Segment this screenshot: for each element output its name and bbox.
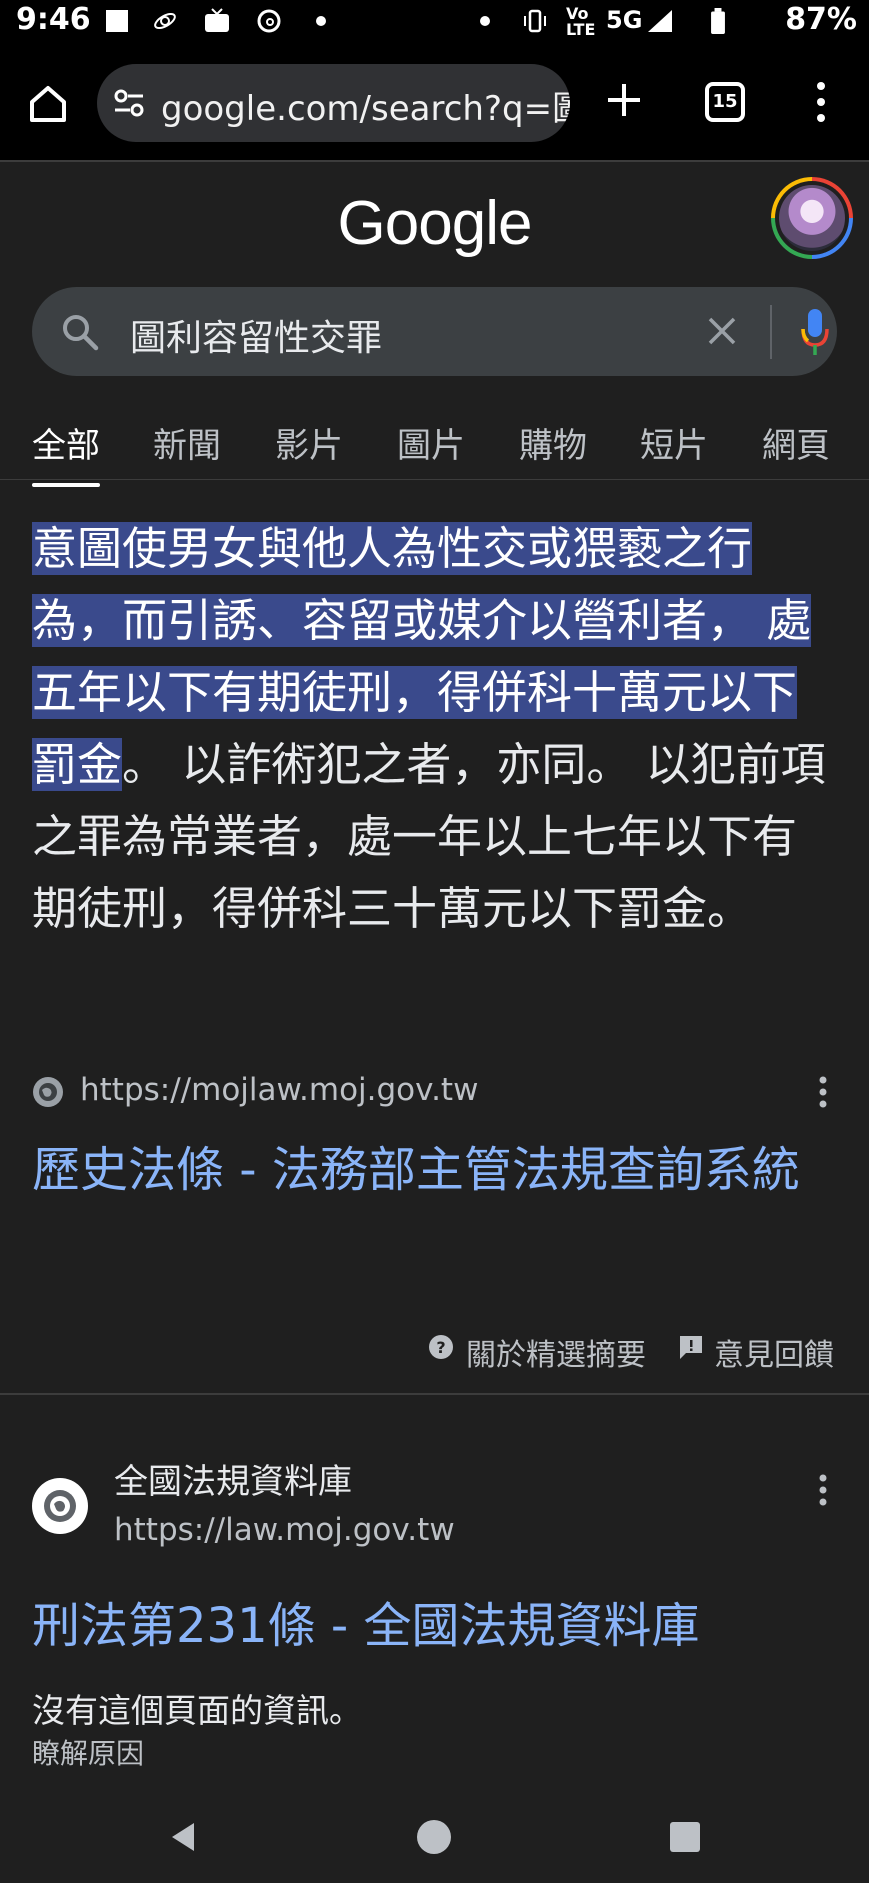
- address-url[interactable]: google.com/search?q=圖: [161, 81, 570, 130]
- about-featured-snippets-link[interactable]: 關於精選摘要: [466, 1330, 646, 1374]
- tab-images[interactable]: 圖片: [397, 418, 465, 467]
- search-query[interactable]: 圖利容留性交罪: [130, 309, 382, 361]
- search-icon: [63, 315, 99, 351]
- snippet-footer: ? 關於精選摘要 意見回饋: [0, 1330, 869, 1374]
- result-title-link[interactable]: 刑法第231條 - 全國法規資料庫: [32, 1586, 699, 1656]
- tab-videos[interactable]: 影片: [275, 418, 343, 467]
- feedback-icon[interactable]: [678, 1334, 704, 1360]
- globe-icon: [33, 1077, 63, 1107]
- threads-icon: [257, 9, 281, 33]
- volte-label: Vo LTE: [566, 4, 596, 39]
- satellite-icon: [154, 13, 176, 29]
- tab-shopping[interactable]: 購物: [519, 418, 587, 467]
- section-divider: [0, 1393, 869, 1395]
- address-bar[interactable]: google.com/search?q=圖: [97, 64, 570, 142]
- featured-snippet-text: 意圖使男女與他人為性交或猥褻之行為，而引誘、容留或媒介以營利者， 處五年以下有期…: [32, 513, 832, 945]
- help-icon[interactable]: ?: [428, 1334, 454, 1360]
- microphone-icon[interactable]: [800, 307, 830, 357]
- clear-icon[interactable]: [704, 313, 740, 349]
- home-nav-icon[interactable]: [414, 1817, 454, 1857]
- tab-news[interactable]: 新聞: [153, 418, 221, 467]
- snippet-rest-text: 。 以詐術犯之者，亦同。 以犯前項之罪為常業者，處一年以上七年以下有期徒刑，得併…: [32, 738, 826, 935]
- overflow-menu-icon[interactable]: [806, 80, 836, 124]
- tab-all[interactable]: 全部: [32, 418, 100, 487]
- tab-switcher-button[interactable]: 15: [705, 82, 745, 122]
- network-label: 5G: [606, 6, 643, 34]
- result-site-name[interactable]: 全國法規資料庫: [114, 1454, 352, 1503]
- snippet-title-link[interactable]: 歷史法條 - 法務部主管法規查詢系統: [32, 1126, 832, 1214]
- battery-icon: [711, 8, 725, 34]
- home-icon[interactable]: [26, 82, 70, 126]
- site-favicon: [32, 1478, 88, 1534]
- status-time: 9:46: [16, 2, 91, 37]
- tab-web[interactable]: 網頁: [762, 418, 830, 467]
- notification-square-icon: [106, 10, 128, 32]
- status-bar: 9:46 Vo LTE 5G 87%: [0, 0, 869, 44]
- svg-text:?: ?: [436, 1338, 445, 1357]
- learn-why-link[interactable]: 瞭解原因: [32, 1732, 144, 1772]
- browser-toolbar: google.com/search?q=圖 15: [0, 44, 869, 162]
- more-options-icon[interactable]: [818, 1076, 828, 1108]
- dot-icon: [480, 16, 490, 26]
- back-icon[interactable]: [164, 1817, 204, 1857]
- battery-percent: 87%: [785, 2, 857, 37]
- result-description: 沒有這個頁面的資訊。: [32, 1691, 362, 1730]
- site-settings-icon[interactable]: [113, 88, 145, 118]
- signal-icon: [648, 10, 672, 32]
- account-avatar[interactable]: [771, 177, 853, 259]
- feedback-link[interactable]: 意見回饋: [714, 1330, 834, 1374]
- search-box[interactable]: 圖利容留性交罪: [32, 287, 837, 376]
- snippet-source-url[interactable]: https://mojlaw.moj.gov.tw: [80, 1072, 478, 1108]
- globe-icon: [44, 1490, 76, 1522]
- search-tabs: 全部 新聞 影片 圖片 購物 短片 網頁: [0, 410, 869, 487]
- tv-icon: [205, 8, 229, 32]
- new-tab-icon[interactable]: [604, 80, 644, 120]
- google-logo[interactable]: Google: [0, 188, 869, 259]
- recents-icon[interactable]: [665, 1817, 705, 1857]
- more-options-icon[interactable]: [818, 1474, 828, 1506]
- system-nav-bar: [0, 1793, 869, 1883]
- tab-short-videos[interactable]: 短片: [640, 418, 708, 467]
- snippet-source[interactable]: https://mojlaw.moj.gov.tw: [32, 1072, 842, 1112]
- search-divider: [770, 305, 772, 359]
- dot-icon: [316, 16, 326, 26]
- vibrate-icon: [524, 9, 546, 33]
- result-site-url[interactable]: https://law.moj.gov.tw: [114, 1512, 455, 1548]
